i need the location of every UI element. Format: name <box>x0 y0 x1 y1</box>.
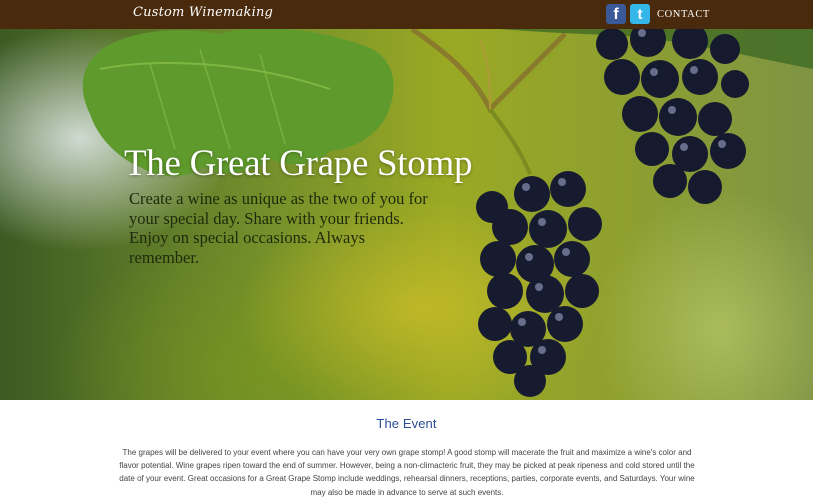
grape-cluster-right <box>596 29 749 204</box>
event-heading: The Event <box>376 416 437 431</box>
facebook-icon[interactable]: f <box>606 4 626 24</box>
contact-link[interactable]: CONTACT <box>657 9 710 20</box>
hero-banner: The Great Grape Stomp Create a wine as u… <box>0 29 813 400</box>
hero-title: The Great Grape Stomp <box>124 143 473 184</box>
hero-subtitle: Create a wine as unique as the two of yo… <box>129 189 428 267</box>
top-nav-bar: Custom Winemaking f t CONTACT <box>0 0 813 30</box>
site-logo[interactable]: Custom Winemaking <box>133 5 273 20</box>
twitter-icon[interactable]: t <box>630 4 650 24</box>
event-description: The grapes will be delivered to your eve… <box>119 448 695 497</box>
